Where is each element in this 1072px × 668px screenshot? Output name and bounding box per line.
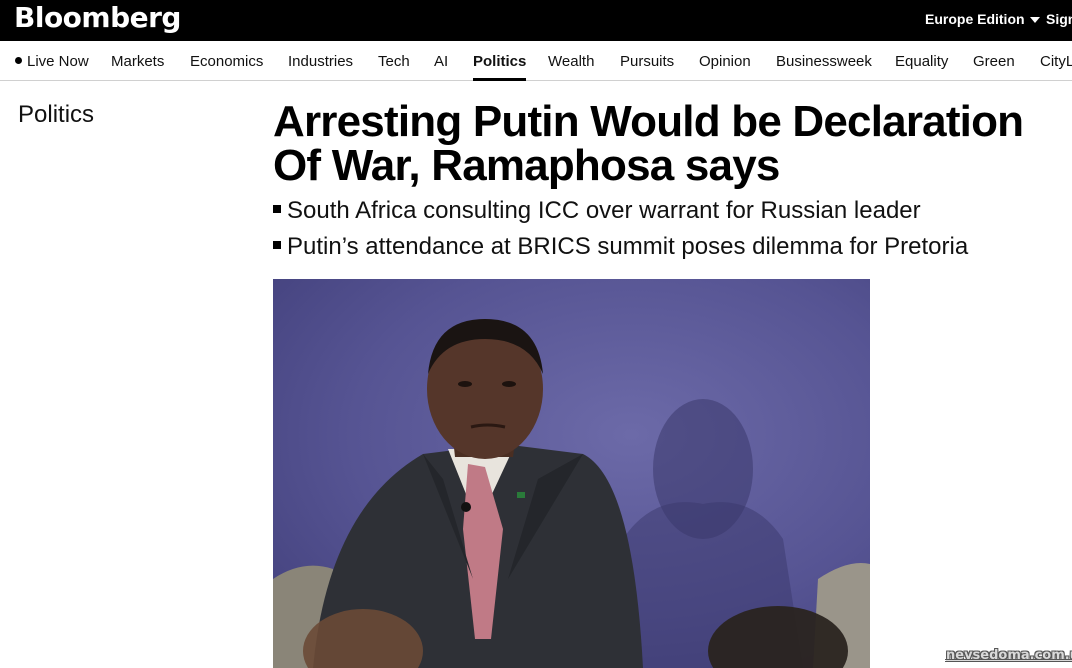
site-watermark: nevsedoma.com.ua	[946, 648, 1072, 663]
section-nav: Live Now Markets Economics Industries Te…	[0, 41, 1072, 81]
nav-item-live-now[interactable]: Live Now	[15, 53, 89, 71]
nav-item-pursuits[interactable]: Pursuits	[620, 53, 674, 71]
nav-item-industries[interactable]: Industries	[288, 53, 353, 71]
nav-item-markets[interactable]: Markets	[111, 53, 164, 71]
nav-item-tech[interactable]: Tech	[378, 53, 410, 71]
article-headline[interactable]: Arresting Putin Would be Declaration Of …	[273, 100, 1053, 188]
bullet-square-icon	[273, 241, 281, 249]
bullet-square-icon	[273, 205, 281, 213]
nav-item-green[interactable]: Green	[973, 53, 1015, 71]
nav-item-equality[interactable]: Equality	[895, 53, 948, 71]
nav-item-politics[interactable]: Politics	[473, 53, 527, 81]
nav-item-businessweek[interactable]: Businessweek	[776, 53, 872, 71]
nav-item-wealth[interactable]: Wealth	[548, 53, 594, 71]
edition-label: Europe Edition	[925, 11, 1025, 27]
nav-item-economics[interactable]: Economics	[190, 53, 263, 71]
summary-bullet: Putin’s attendance at BRICS summit poses…	[273, 229, 1063, 265]
nav-item-ai[interactable]: AI	[434, 53, 448, 71]
chevron-down-icon	[1029, 17, 1040, 24]
section-label[interactable]: Politics	[18, 100, 94, 130]
summary-bullet: South Africa consulting ICC over warrant…	[273, 193, 1063, 229]
nav-item-opinion[interactable]: Opinion	[699, 53, 751, 71]
bloomberg-logo[interactable]: Bloomberg	[14, 0, 181, 36]
nav-item-citylab[interactable]: CityL	[1040, 53, 1072, 71]
lead-photo[interactable]	[273, 279, 870, 668]
edition-selector[interactable]: Europe Edition	[925, 11, 1040, 27]
live-dot-icon	[15, 57, 22, 64]
lead-photo-illustration	[273, 319, 870, 668]
top-bar: Bloomberg Europe Edition Sign	[0, 0, 1072, 41]
sign-in-link[interactable]: Sign	[1046, 11, 1072, 27]
article-summary-list: South Africa consulting ICC over warrant…	[273, 193, 1063, 265]
